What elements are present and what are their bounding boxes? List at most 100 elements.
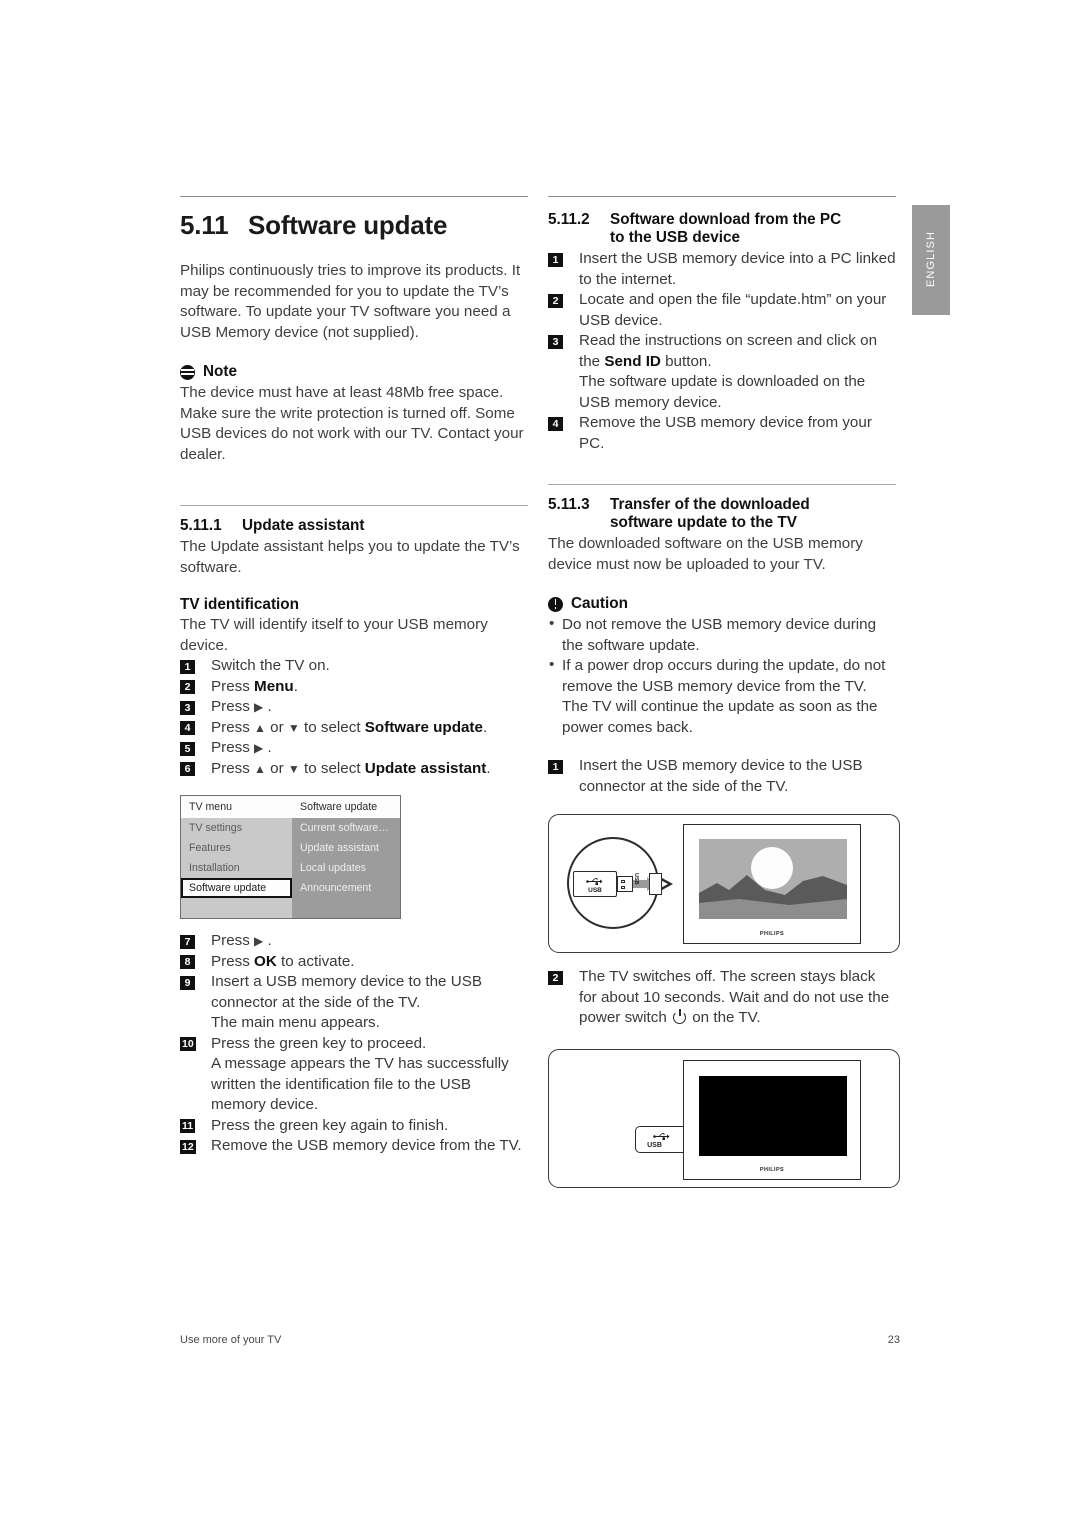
tv-brand-label: PHILIPS (759, 1166, 785, 1173)
list-item: 2 Locate and open the file “update.htm” o… (548, 290, 896, 331)
tv-menu-item-selected[interactable]: Software update (181, 878, 292, 898)
list-item: 4 Remove the USB memory device from your … (548, 413, 896, 454)
page-number: 23 (887, 1334, 900, 1346)
tv-menu-header-row: TV menu Software update (181, 796, 400, 818)
step-text: to select (299, 718, 365, 736)
section-heading-511-1: 5.11.1 Update assistant (180, 517, 528, 535)
step-number: 4 (548, 416, 563, 431)
tv-screen (699, 839, 847, 919)
step-text: . (263, 698, 272, 715)
step-text: Remove the USB memory device from the TV… (211, 1137, 522, 1154)
arrow-icon: ▶ (254, 700, 264, 714)
steps-list-identification: 1 Switch the TV on. 2 Press Menu. 3 Press ▶ .… (180, 656, 528, 779)
section-number-511-3: 5.11.3 (548, 496, 590, 513)
list-item: 8 Press OK to activate. (180, 952, 528, 973)
step-text: to select (299, 759, 365, 777)
tv-menu-subitem[interactable]: Local updates (292, 858, 400, 878)
page-footer: Use more of your TV 23 (180, 1334, 900, 1346)
section-title-511-1: Update assistant (242, 517, 365, 534)
step-number: 2 (180, 680, 195, 694)
step-text: Press the green key to proceed. (211, 1034, 427, 1052)
caution-heading-label: Caution (571, 595, 628, 612)
step-number: 1 (180, 659, 195, 674)
list-item: 4 Press ▲ or ▼ to select Software update. (180, 718, 528, 739)
tv-menu-subitem[interactable]: Update assistant (292, 838, 400, 858)
steps-list-download: 1 Insert the USB memory device into a PC … (548, 249, 896, 454)
step-text: . (486, 759, 491, 777)
step-number: 11 (180, 1119, 196, 1133)
step-keyword: Menu (254, 677, 294, 695)
step-number: 3 (180, 700, 195, 715)
intro-paragraph: Philips continuously tries to improve it… (180, 262, 521, 341)
chapter-number: 5.11 (180, 210, 229, 240)
note-heading-label: Note (203, 363, 237, 380)
step-keyword: Update assistant (364, 759, 487, 777)
caution-heading: Caution (548, 595, 896, 613)
step-text: Insert the USB memory device into a PC l… (579, 250, 896, 288)
usb-connector-tip (617, 876, 633, 892)
section-rule-511-1 (180, 505, 528, 506)
language-tab-label: ENGLISH (925, 231, 937, 287)
step-number: 1 (548, 759, 563, 774)
list-item: 2 Press Menu. (180, 677, 528, 698)
step-number: 6 (180, 762, 195, 776)
note-body: The device must have at least 48Mb free … (180, 384, 524, 463)
list-item: 3 Read the instructions on screen and cli… (548, 331, 896, 372)
step-continuation: A message appears the TV has successfull… (211, 1055, 509, 1113)
tv-menu-subitem[interactable]: Current software… (292, 818, 400, 838)
section-heading-511-3: 5.11.3 Transfer of the downloaded softwar… (548, 496, 896, 532)
section-511-1-intro: The Update assistant helps you to update… (180, 538, 520, 576)
tv-menu-item[interactable]: Installation (181, 858, 292, 878)
step-text: . (293, 677, 298, 695)
section-511-3-intro: The downloaded software on the USB memor… (548, 535, 863, 573)
steps-list-identification-cont: 7 Press ▶ . 8 Press OK to activate. 9 Insert … (180, 931, 528, 1157)
tv-menu-row[interactable] (181, 898, 400, 918)
tv-set: PHILIPS (683, 824, 861, 944)
tv-usb-insert-illustration: USB USB PHILIPS (548, 814, 900, 953)
step-text: Press (211, 698, 255, 715)
step-text-b: on the TV. (688, 1009, 761, 1026)
note-box: Note The device must have at least 48Mb … (180, 363, 528, 465)
arrow-icon: ▼ (287, 720, 300, 735)
tv-menu-row[interactable]: Features Update assistant (181, 838, 400, 858)
tv-menu-row[interactable]: TV settings Current software… (181, 818, 400, 838)
list-item: 10 Press the green key to proceed. (180, 1034, 528, 1055)
tv-set: PHILIPS (683, 1059, 861, 1180)
step-number: 2 (548, 293, 563, 308)
note-heading: Note (180, 363, 528, 381)
list-item: 1 Insert the USB memory device to the US… (548, 756, 896, 797)
tv-identification-heading: TV identification (180, 596, 299, 613)
step-number: 9 (180, 975, 195, 990)
tv-identification-intro: The TV will identify itself to your USB … (180, 616, 488, 654)
list-item: 3 Press ▶ . (180, 697, 528, 718)
tv-black-screen-illustration: USB PHILIPS (548, 1048, 900, 1188)
step-text: Press (211, 759, 255, 777)
list-item: 1 Insert the USB memory device into a PC … (548, 249, 896, 290)
caution-box: Caution Do not remove the USB memory dev… (548, 595, 896, 738)
list-item: 1 Switch the TV on. (180, 656, 528, 677)
list-item: 6 Press ▲ or ▼ to select Update assistant… (180, 759, 528, 780)
list-item: 9 Insert a USB memory device to the USB c… (180, 972, 528, 1013)
step-keyword: Software update (364, 718, 483, 736)
step-text: . (482, 718, 488, 736)
step-number: 3 (548, 334, 563, 349)
tv-menu-item[interactable]: TV settings (181, 818, 292, 838)
note-icon (180, 364, 195, 380)
step-text: . (263, 739, 272, 756)
steps-list-transfer-2: 2 The TV switches off. The screen stays … (548, 967, 896, 1029)
tv-menu-subitem[interactable] (292, 898, 400, 918)
tv-menu-item[interactable]: Features (181, 838, 292, 858)
step-number: 7 (180, 934, 195, 949)
step-keyword: OK (254, 952, 277, 970)
step-text: Switch the TV on. (211, 657, 330, 674)
step-number: 4 (180, 721, 195, 735)
tv-menu-item[interactable] (181, 898, 292, 918)
tv-menu-row[interactable]: Software update Announcement (181, 878, 400, 898)
caution-icon (548, 596, 563, 612)
tv-menu-subitem[interactable]: Announcement (292, 878, 400, 898)
step-text: Press (211, 677, 255, 695)
step-continuation: The main menu appears. (211, 1014, 380, 1031)
tv-menu-row[interactable]: Installation Local updates (181, 858, 400, 878)
step-text: or (265, 759, 288, 777)
step-text: Locate and open the file “update.htm” on… (579, 291, 887, 329)
